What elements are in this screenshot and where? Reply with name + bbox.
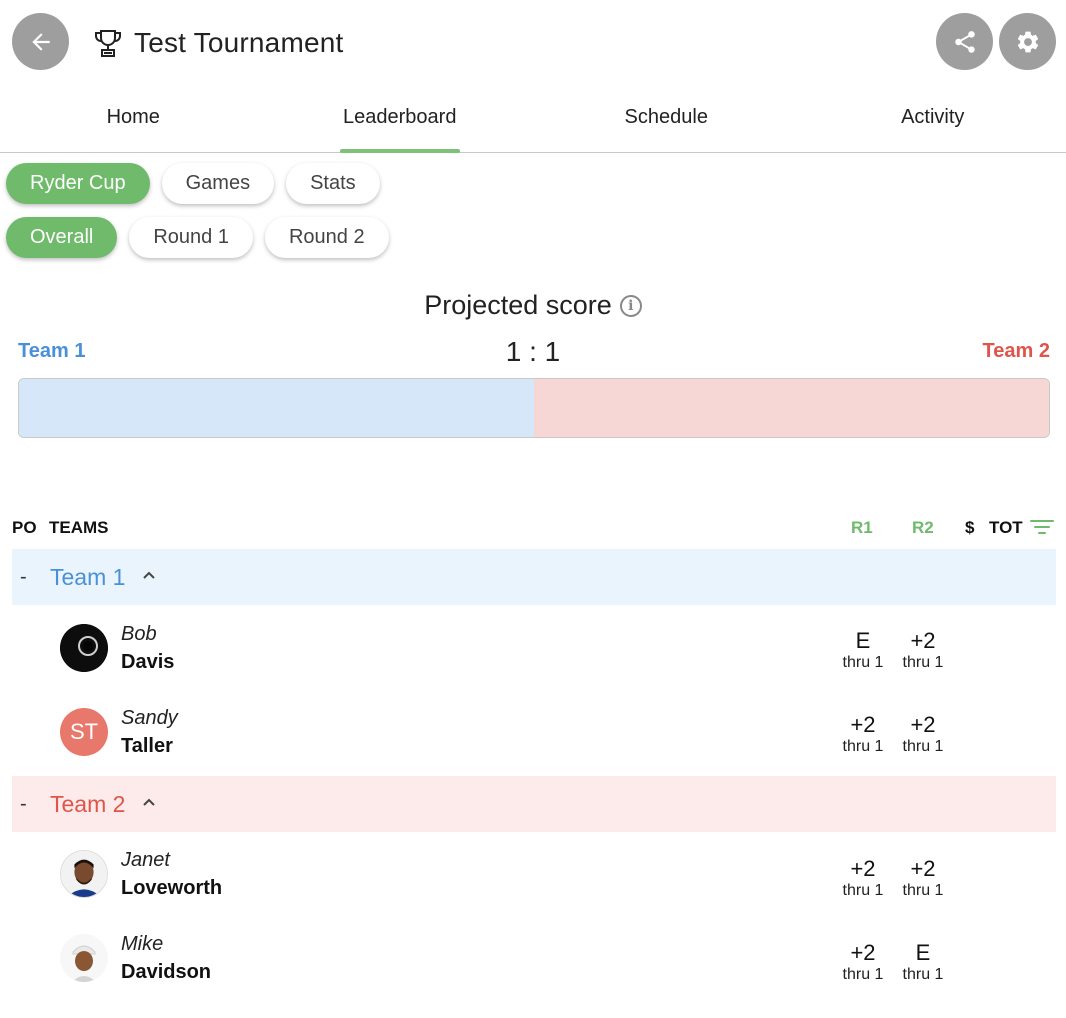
projected-score-bar — [18, 378, 1050, 438]
score-thru: thru 1 — [902, 654, 944, 671]
app-header: Test Tournament — [0, 0, 1066, 86]
avatar: ST — [60, 708, 108, 756]
chevron-up-icon[interactable] — [141, 795, 157, 813]
team-name: Team 2 — [50, 790, 126, 817]
tab-home[interactable]: Home — [0, 96, 267, 152]
player-row[interactable]: Mike Davidson +2 thru 1 E thru 1 — [0, 922, 1066, 1006]
format-chip-group: Ryder Cup Games Stats — [6, 163, 380, 204]
chip-round-2[interactable]: Round 2 — [264, 217, 389, 258]
col-header-r2[interactable]: R2 — [912, 518, 934, 538]
page-title: Test Tournament — [134, 27, 344, 58]
round-chip-group: Overall Round 1 Round 2 — [6, 217, 389, 258]
avatar — [60, 850, 108, 898]
team-group-row[interactable]: - Team 2 — [12, 776, 1056, 832]
info-icon[interactable]: i — [619, 294, 642, 317]
player-last-name: Loveworth — [121, 877, 223, 899]
avatar — [60, 624, 108, 672]
tab-label: Schedule — [624, 106, 708, 128]
projected-score-title: Projected score — [424, 290, 612, 320]
round2-score: +2 thru 1 — [888, 628, 958, 672]
round2-score: +2 thru 1 — [888, 856, 958, 900]
player-name: Janet Loveworth — [121, 846, 222, 902]
tab-label: Leaderboard — [343, 106, 457, 128]
team-position: - — [20, 792, 27, 815]
filter-icon[interactable] — [1030, 520, 1054, 538]
settings-button[interactable] — [999, 13, 1056, 70]
player-name: Sandy Taller — [121, 704, 178, 760]
col-header-tot[interactable]: TOT — [989, 518, 1023, 538]
player-first-name: Sandy — [121, 707, 178, 729]
tab-activity[interactable]: Activity — [800, 96, 1066, 152]
player-name: Bob Davis — [121, 620, 174, 676]
projected-score-header: Projected score i — [0, 290, 1066, 321]
tab-label: Activity — [901, 106, 965, 128]
player-last-name: Davis — [121, 651, 175, 673]
score-thru: thru 1 — [902, 966, 944, 983]
chip-games[interactable]: Games — [161, 163, 275, 204]
player-row[interactable]: Janet Loveworth +2 thru 1 +2 thru 1 — [0, 838, 1066, 922]
chip-ryder-cup[interactable]: Ryder Cup — [6, 163, 150, 204]
player-first-name: Bob — [121, 623, 157, 645]
team-name: Team 1 — [50, 563, 126, 590]
col-header-po: PO — [12, 518, 37, 537]
avatar — [60, 934, 108, 982]
round2-score: +2 thru 1 — [888, 712, 958, 756]
col-header-money[interactable]: $ — [965, 518, 974, 538]
player-row[interactable]: ST Sandy Taller +2 thru 1 +2 thru 1 — [0, 696, 1066, 780]
score-thru: thru 1 — [902, 738, 944, 755]
trophy-icon — [95, 30, 121, 57]
main-tabs: Home Leaderboard Schedule Activity — [0, 96, 1066, 153]
col-header-teams: TEAMS — [49, 518, 109, 537]
score-thru: thru 1 — [902, 882, 944, 899]
score-value: E — [915, 940, 931, 965]
chevron-up-icon[interactable] — [141, 568, 157, 586]
score-value: +2 — [910, 856, 936, 881]
team-position: - — [20, 565, 27, 588]
team1-share-bar — [19, 379, 534, 437]
tab-label: Home — [106, 106, 160, 128]
share-icon — [954, 30, 975, 53]
score-value: +2 — [910, 628, 936, 653]
chip-stats[interactable]: Stats — [286, 163, 380, 204]
team2-share-bar — [534, 379, 1049, 437]
tournament-title: Test Tournament — [92, 22, 344, 64]
player-first-name: Mike — [121, 933, 164, 955]
player-last-name: Davidson — [121, 961, 212, 983]
share-button[interactable] — [936, 13, 993, 70]
player-row[interactable]: Bob Davis E thru 1 +2 thru 1 — [0, 612, 1066, 696]
tab-indicator — [339, 149, 460, 153]
projected-score-value: 1 : 1 — [505, 336, 561, 367]
chip-round-1[interactable]: Round 1 — [129, 217, 253, 258]
team2-label: Team 2 — [982, 340, 1050, 362]
arrow-left-icon — [31, 32, 50, 51]
score-value: +2 — [910, 712, 936, 737]
team-group-row[interactable]: - Team 1 — [12, 549, 1056, 605]
col-header-r1[interactable]: R1 — [851, 518, 873, 538]
back-button[interactable] — [12, 13, 69, 70]
player-name: Mike Davidson — [121, 930, 211, 986]
chip-overall[interactable]: Overall — [6, 217, 118, 258]
tab-schedule[interactable]: Schedule — [533, 96, 800, 152]
player-last-name: Taller — [121, 735, 173, 757]
round2-score: E thru 1 — [888, 940, 958, 984]
tab-leaderboard[interactable]: Leaderboard — [267, 96, 534, 153]
gear-icon — [1017, 31, 1038, 52]
player-first-name: Janet — [121, 849, 170, 871]
